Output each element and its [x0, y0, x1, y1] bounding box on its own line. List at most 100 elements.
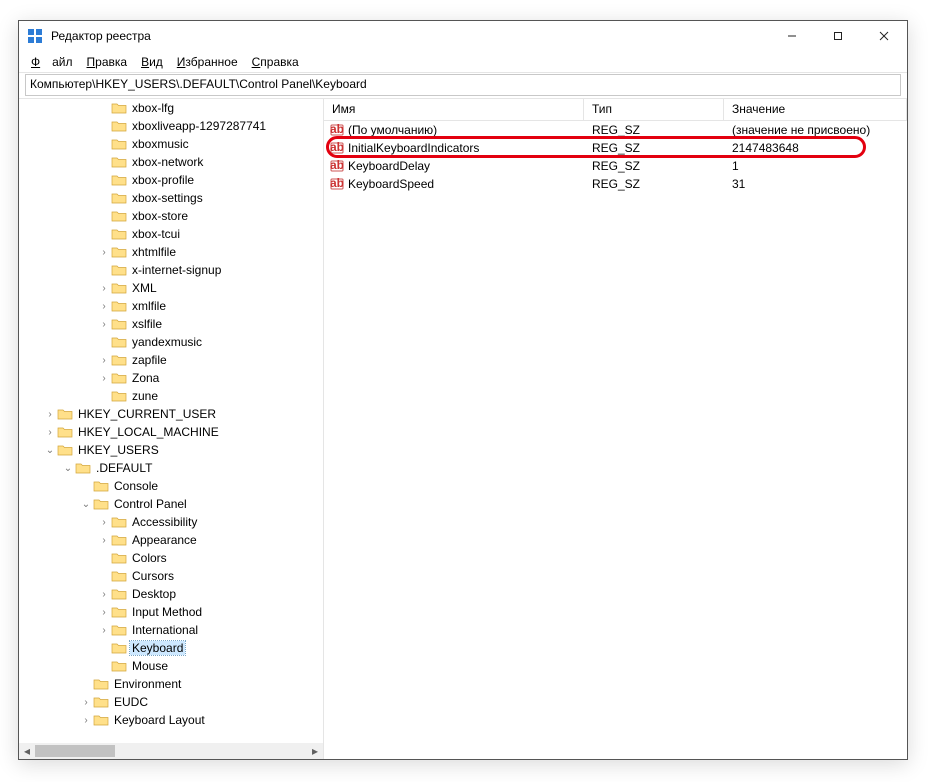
collapse-icon[interactable]: ⌄ — [61, 463, 75, 474]
tree-item[interactable]: ⌄HKEY_USERS — [19, 441, 323, 459]
expand-icon[interactable]: › — [97, 373, 111, 384]
value-row[interactable]: ab(По умолчанию)REG_SZ(значение не присв… — [324, 121, 907, 139]
minimize-button[interactable] — [769, 21, 815, 51]
expand-icon[interactable]: › — [97, 607, 111, 618]
folder-icon — [111, 245, 127, 259]
expand-icon[interactable]: › — [97, 283, 111, 294]
scroll-thumb[interactable] — [35, 745, 115, 757]
tree-item[interactable]: xbox-profile — [19, 171, 323, 189]
tree-item[interactable]: xbox-tcui — [19, 225, 323, 243]
scroll-track[interactable] — [35, 743, 307, 759]
titlebar[interactable]: Редактор реестра — [19, 21, 907, 51]
tree-item[interactable]: ›xmlfile — [19, 297, 323, 315]
expand-icon[interactable]: › — [97, 517, 111, 528]
tree-item-label: xbox-profile — [130, 173, 196, 187]
tree-item-label: XML — [130, 281, 159, 295]
menu-file[interactable]: Файл — [25, 53, 79, 71]
value-row[interactable]: abKeyboardSpeedREG_SZ31 — [324, 175, 907, 193]
folder-icon — [111, 371, 127, 385]
expand-icon[interactable]: › — [79, 697, 93, 708]
tree-item[interactable]: Cursors — [19, 567, 323, 585]
tree-item[interactable]: Console — [19, 477, 323, 495]
tree-hscrollbar[interactable]: ◂ ▸ — [19, 743, 323, 759]
address-bar[interactable]: Компьютер\HKEY_USERS\.DEFAULT\Control Pa… — [25, 74, 901, 96]
tree-item[interactable]: ›International — [19, 621, 323, 639]
folder-icon — [93, 677, 109, 691]
tree-item[interactable]: xbox-store — [19, 207, 323, 225]
scroll-right-icon[interactable]: ▸ — [307, 743, 323, 759]
value-row[interactable]: abKeyboardDelayREG_SZ1 — [324, 157, 907, 175]
close-button[interactable] — [861, 21, 907, 51]
expand-icon[interactable]: › — [43, 427, 57, 438]
tree-item[interactable]: Environment — [19, 675, 323, 693]
tree-item[interactable]: xboxmusic — [19, 135, 323, 153]
collapse-icon[interactable]: ⌄ — [43, 445, 57, 456]
values-pane[interactable]: Имя Тип Значение ab(По умолчанию)REG_SZ(… — [324, 99, 907, 759]
string-value-icon: ab — [330, 159, 344, 173]
tree-item-label: Colors — [130, 551, 169, 565]
menu-favorites[interactable]: Избранное — [171, 53, 244, 71]
folder-icon — [111, 191, 127, 205]
app-icon — [27, 28, 43, 44]
tree-item[interactable]: xboxliveapp-1297287741 — [19, 117, 323, 135]
value-type: REG_SZ — [584, 123, 724, 137]
tree-item[interactable]: ›xslfile — [19, 315, 323, 333]
tree-item[interactable]: ›Appearance — [19, 531, 323, 549]
tree-item-label: Desktop — [130, 587, 178, 601]
expand-icon[interactable]: › — [97, 589, 111, 600]
expand-icon[interactable]: › — [97, 247, 111, 258]
tree-item[interactable]: › Desktop — [19, 585, 323, 603]
tree-item[interactable]: ›Keyboard Layout — [19, 711, 323, 729]
tree-item[interactable]: x-internet-signup — [19, 261, 323, 279]
tree-item[interactable]: ›HKEY_CURRENT_USER — [19, 405, 323, 423]
expand-icon[interactable]: › — [97, 355, 111, 366]
tree-item[interactable]: yandexmusic — [19, 333, 323, 351]
tree-item[interactable]: ›Input Method — [19, 603, 323, 621]
tree-item[interactable]: xbox-settings — [19, 189, 323, 207]
svg-text:ab: ab — [330, 159, 344, 172]
col-data[interactable]: Значение — [724, 99, 907, 120]
value-type: REG_SZ — [584, 159, 724, 173]
tree-item[interactable]: xbox-lfg — [19, 99, 323, 117]
tree-item[interactable]: Keyboard — [19, 639, 323, 657]
expand-icon[interactable]: › — [79, 715, 93, 726]
expand-icon[interactable]: › — [97, 535, 111, 546]
tree-item[interactable]: ›Zona — [19, 369, 323, 387]
collapse-icon[interactable]: ⌄ — [79, 499, 93, 510]
values-header[interactable]: Имя Тип Значение — [324, 99, 907, 121]
scroll-left-icon[interactable]: ◂ — [19, 743, 35, 759]
tree-item[interactable]: ⌄.DEFAULT — [19, 459, 323, 477]
col-name[interactable]: Имя — [324, 99, 584, 120]
tree-item[interactable]: zune — [19, 387, 323, 405]
tree-item[interactable]: ›Accessibility — [19, 513, 323, 531]
expand-icon[interactable]: › — [97, 301, 111, 312]
tree-item-label: xbox-lfg — [130, 101, 176, 115]
expand-icon[interactable]: › — [97, 625, 111, 636]
tree-item[interactable]: › HKEY_LOCAL_MACHINE — [19, 423, 323, 441]
value-data: 31 — [724, 177, 907, 191]
tree-item[interactable]: › XML — [19, 279, 323, 297]
col-type[interactable]: Тип — [584, 99, 724, 120]
tree-item[interactable]: ›zapfile — [19, 351, 323, 369]
folder-icon — [57, 443, 73, 457]
expand-icon[interactable]: › — [97, 319, 111, 330]
tree-item[interactable]: Colors — [19, 549, 323, 567]
value-row[interactable]: abInitialKeyboardIndicatorsREG_SZ2147483… — [324, 139, 907, 157]
tree-item-label: x-internet-signup — [130, 263, 223, 277]
tree-item[interactable]: ›xhtmlfile — [19, 243, 323, 261]
folder-icon — [111, 263, 127, 277]
tree-item[interactable]: Mouse — [19, 657, 323, 675]
folder-icon — [111, 281, 127, 295]
tree-pane[interactable]: xbox-lfgxboxliveapp-1297287741xboxmusicx… — [19, 99, 324, 759]
tree-item[interactable]: ›EUDC — [19, 693, 323, 711]
expand-icon[interactable]: › — [43, 409, 57, 420]
tree-item-label: HKEY_LOCAL_MACHINE — [76, 425, 221, 439]
tree-item[interactable]: xbox-network — [19, 153, 323, 171]
tree-item[interactable]: ⌄Control Panel — [19, 495, 323, 513]
folder-icon — [111, 353, 127, 367]
folder-icon — [111, 515, 127, 529]
maximize-button[interactable] — [815, 21, 861, 51]
menu-view[interactable]: Вид — [135, 53, 169, 71]
menu-edit[interactable]: Правка — [81, 53, 134, 71]
menu-help[interactable]: Справка — [246, 53, 305, 71]
